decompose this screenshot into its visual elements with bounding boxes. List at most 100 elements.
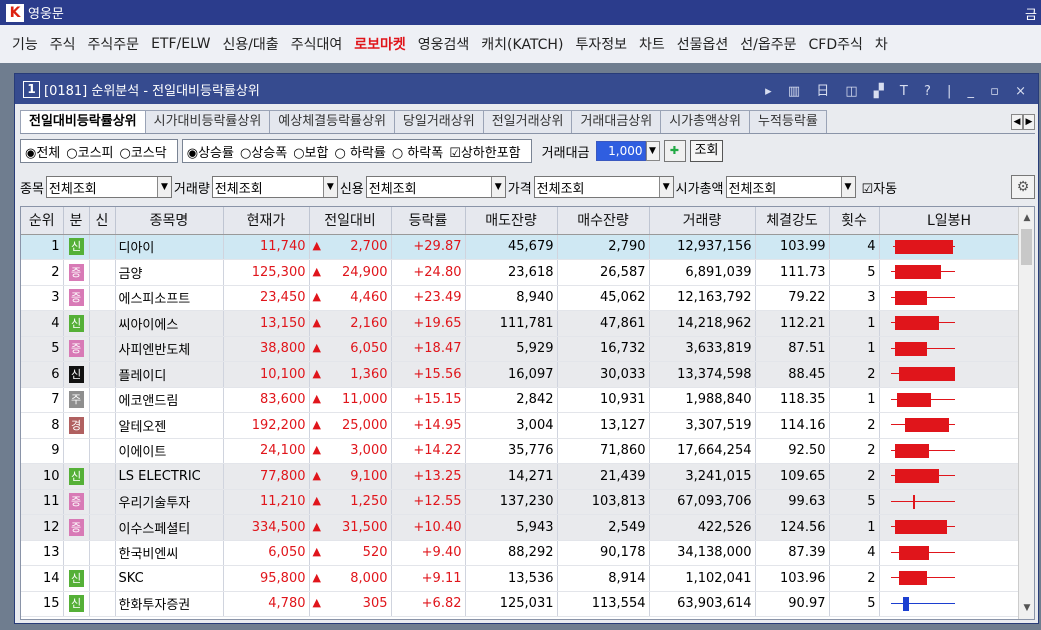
column-header-9[interactable]: 거래량: [649, 207, 756, 235]
query-button[interactable]: 조회: [689, 140, 724, 162]
menu-item-2[interactable]: 주식주문: [88, 34, 140, 54]
table-row[interactable]: 1 신 디아이 11,740 ▲ 2,700 +29.87 45,679 2,790 12,937…: [21, 234, 1020, 260]
menu-item-13[interactable]: CFD주식: [809, 34, 863, 54]
table-row[interactable]: 6 신 플레이디 10,100 ▲ 1,360 +15.56 16,097 30,033 13,3…: [21, 361, 1020, 388]
tab-7[interactable]: 누적등락률: [748, 110, 827, 133]
type-radio-1[interactable]: ○상승폭: [240, 142, 287, 161]
column-header-11[interactable]: 횟수: [829, 207, 880, 235]
menu-item-14[interactable]: 차: [875, 34, 888, 54]
table-row[interactable]: 4 신 씨아이에스 13,150 ▲ 2,160 +19.65 111,781 47,861 14…: [21, 310, 1020, 337]
menu-item-5[interactable]: 주식대여: [291, 34, 343, 54]
column-header-5[interactable]: 전일대비: [309, 207, 392, 235]
market-radio-0[interactable]: ◉전체: [25, 142, 60, 161]
stock-name-cell[interactable]: 금양: [115, 259, 224, 286]
market-radio-1[interactable]: ○코스피: [66, 142, 113, 161]
stock-name-cell[interactable]: 씨아이에스: [115, 310, 224, 337]
tab-2[interactable]: 예상체결등락률상위: [269, 110, 395, 133]
stock-name-cell[interactable]: 에스피소프트: [115, 285, 224, 311]
volume-select[interactable]: 전체조회 ▼: [211, 176, 338, 198]
column-header-1[interactable]: 분: [63, 207, 90, 235]
stock-name-cell[interactable]: SKC: [115, 565, 224, 592]
stock-name-cell[interactable]: 알테오젠: [115, 412, 224, 439]
stock-name-cell[interactable]: 플레이디: [115, 361, 224, 388]
menu-item-0[interactable]: 기능: [12, 34, 38, 54]
stock-name-cell[interactable]: 한화투자증권: [115, 591, 224, 617]
tab-4[interactable]: 전일거래상위: [482, 110, 573, 133]
column-header-4[interactable]: 현재가: [223, 207, 310, 235]
table-row[interactable]: 7 주 에코앤드림 83,600 ▲ 11,000 +15.15 2,842 10,931 1,9…: [21, 387, 1020, 413]
filter-settings-icon[interactable]: ✚: [663, 140, 686, 162]
type-radio-3[interactable]: ○ 하락률: [334, 142, 385, 161]
stock-name-cell[interactable]: 사피엔반도체: [115, 336, 224, 362]
stock-name-cell[interactable]: LS ELECTRIC: [115, 463, 224, 490]
tab-5[interactable]: 거래대금상위: [571, 110, 662, 133]
table-row[interactable]: 14 신 SKC 95,800 ▲ 8,000 +9.11 13,536 8,914 1,102,…: [21, 565, 1020, 592]
limit-checkbox[interactable]: ☑상하한포함: [449, 142, 520, 161]
column-header-2[interactable]: 신: [89, 207, 116, 235]
item-select[interactable]: 전체조회 ▼: [45, 176, 172, 198]
column-header-0[interactable]: 순위: [21, 207, 64, 235]
badge-cell: [63, 540, 90, 566]
scroll-up-icon[interactable]: ▲: [1019, 209, 1034, 227]
market-badge: 신: [68, 595, 84, 613]
tab-3[interactable]: 당일거래상위: [393, 110, 484, 133]
column-header-3[interactable]: 종목명: [115, 207, 224, 235]
type-radio-4[interactable]: ○ 하락폭: [392, 142, 443, 161]
cap-select[interactable]: 전체조회 ▼: [725, 176, 856, 198]
market-badge: 경: [68, 416, 84, 434]
table-row[interactable]: 10 신 LS ELECTRIC 77,800 ▲ 9,100 +13.25 14,271 21…: [21, 463, 1020, 490]
scroll-thumb[interactable]: [1021, 229, 1032, 265]
table-row[interactable]: 3 증 에스피소프트 23,450 ▲ 4,460 +23.49 8,940 45,062 12,…: [21, 285, 1020, 311]
auto-checkbox[interactable]: ☑자동: [862, 178, 898, 197]
tab-6[interactable]: 시가총액상위: [660, 110, 750, 133]
price-select[interactable]: 전체조회 ▼: [533, 176, 674, 198]
menu-item-4[interactable]: 신용/대출: [222, 34, 278, 54]
amount-input[interactable]: 1,000: [595, 141, 646, 161]
column-header-12[interactable]: L일봉H: [879, 207, 1020, 235]
column-header-6[interactable]: 등락률: [391, 207, 466, 235]
type-radio-2[interactable]: ○보합: [293, 142, 328, 161]
column-header-8[interactable]: 매수잔량: [557, 207, 650, 235]
rate-cell: +13.25: [391, 463, 466, 490]
menu-item-3[interactable]: ETF/ELW: [151, 36, 210, 52]
menu-item-6[interactable]: 로보마켓: [354, 34, 406, 54]
tab-1[interactable]: 시가대비등락률상위: [144, 110, 271, 133]
credit-select[interactable]: 전체조회 ▼: [365, 176, 506, 198]
window-controls[interactable]: ▸ ▥ 日 ◫ ▞ T ? | _ ▫ ×: [765, 80, 1032, 99]
window-number[interactable]: 1: [23, 80, 40, 98]
stock-name-cell[interactable]: 이에이트: [115, 438, 224, 464]
menu-item-12[interactable]: 선/옵주문: [740, 34, 796, 54]
menu-item-9[interactable]: 투자정보: [575, 34, 627, 54]
stock-name-cell[interactable]: 우리기술투자: [115, 489, 224, 515]
sell-qty-cell: 137,230: [465, 489, 558, 515]
scroll-down-icon[interactable]: ▼: [1019, 599, 1034, 617]
amount-dropdown-icon[interactable]: ▼: [645, 141, 660, 161]
type-radio-0[interactable]: ◉상승률: [187, 142, 234, 161]
stock-name-cell[interactable]: 이수스페셜티: [115, 514, 224, 541]
table-row[interactable]: 8 경 알테오젠 192,200 ▲ 25,000 +14.95 3,004 13,127 3,3…: [21, 412, 1020, 439]
count-cell: 3: [829, 285, 880, 311]
table-row[interactable]: 11 증 우리기술투자 11,210 ▲ 1,250 +12.55 137,230 103,81…: [21, 489, 1020, 515]
market-radio-2[interactable]: ○코스닥: [120, 142, 167, 161]
menu-item-1[interactable]: 주식: [50, 34, 76, 54]
stock-name-cell[interactable]: 디아이: [115, 234, 224, 260]
chevron-left-icon[interactable]: ◀: [1011, 114, 1023, 130]
gear-icon[interactable]: ⚙: [1011, 175, 1035, 199]
menu-item-10[interactable]: 차트: [639, 34, 665, 54]
table-row[interactable]: 9 이에이트 24,100 ▲ 3,000 +14.22 35,776 71,860 17,66…: [21, 438, 1020, 464]
table-row[interactable]: 12 증 이수스페셜티 334,500 ▲ 31,500 +10.40 5,943 2,549 4…: [21, 514, 1020, 541]
chevron-right-icon[interactable]: ▶: [1023, 114, 1035, 130]
menu-item-7[interactable]: 영웅검색: [418, 34, 470, 54]
vertical-scrollbar[interactable]: ▲ ▼: [1018, 207, 1034, 619]
column-header-7[interactable]: 매도잔량: [465, 207, 558, 235]
table-row[interactable]: 13 한국비엔씨 6,050 ▲ 520 +9.40 88,292 90,178 34,138,…: [21, 540, 1020, 566]
stock-name-cell[interactable]: 한국비엔씨: [115, 540, 224, 566]
stock-name-cell[interactable]: 에코앤드림: [115, 387, 224, 413]
menu-item-8[interactable]: 캐치(KATCH): [481, 34, 563, 54]
table-row[interactable]: 5 증 사피엔반도체 38,800 ▲ 6,050 +18.47 5,929 16,732 3,6…: [21, 336, 1020, 362]
menu-item-11[interactable]: 선물옵션: [677, 34, 729, 54]
tab-0[interactable]: 전일대비등락률상위: [20, 110, 146, 133]
table-row[interactable]: 15 신 한화투자증권 4,780 ▲ 305 +6.82 125,031 113,554 63,…: [21, 591, 1020, 617]
table-row[interactable]: 2 증 금양 125,300 ▲ 24,900 +24.80 23,618 26,587 6,89…: [21, 259, 1020, 286]
column-header-10[interactable]: 체결강도: [755, 207, 830, 235]
